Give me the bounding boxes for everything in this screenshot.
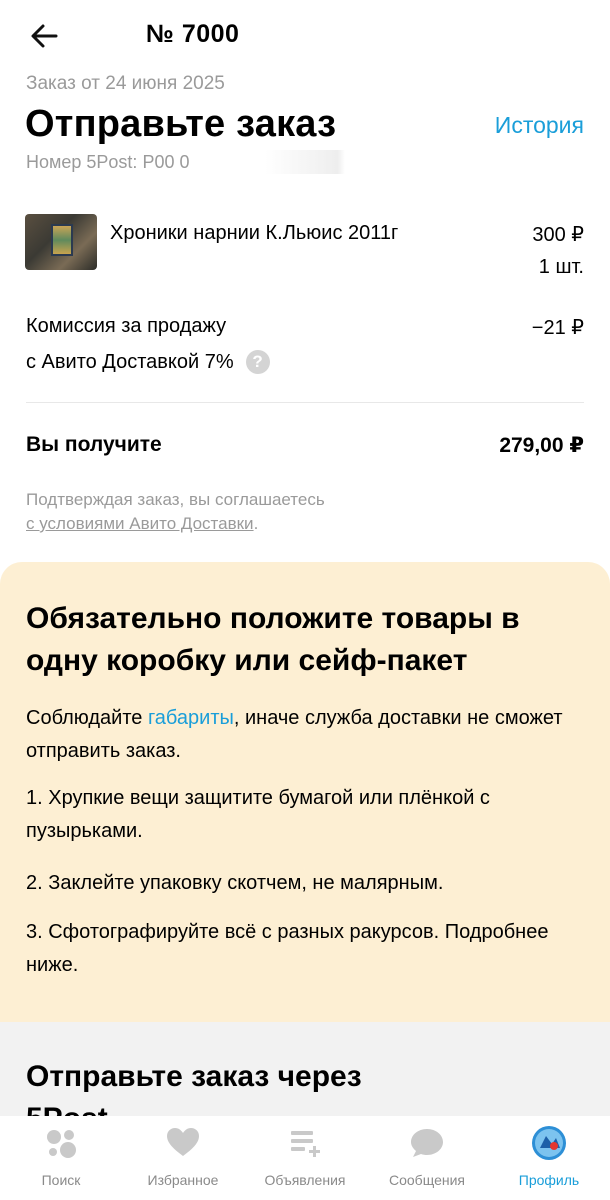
tracking-number: Номер 5Post: P00 0 <box>26 152 190 172</box>
history-link[interactable]: История <box>495 112 584 139</box>
commission-label-2: с Авито Доставкой 7% ? <box>26 350 270 374</box>
arrow-left-icon <box>31 24 58 48</box>
search-icon <box>42 1124 80 1162</box>
commission-label: Комиссия за продажу <box>26 315 227 337</box>
warning-step-2: 2. Заклейте упаковку скотчем, не малярны… <box>26 872 444 894</box>
commission-label-text: с Авито Доставкой 7% <box>26 350 234 373</box>
page-title: Отправьте заказ <box>25 103 337 145</box>
top-bar: № 7000 <box>0 0 610 70</box>
terms-link[interactable]: с условиями Авито Доставки <box>26 514 254 533</box>
warning-intro: Соблюдайте габариты, иначе служба достав… <box>26 702 586 768</box>
warning-intro-pre: Соблюдайте <box>26 707 148 729</box>
shipping-title: Отправьте заказ через <box>26 1060 362 1093</box>
nav-item-profile[interactable]: Профиль <box>488 1116 610 1200</box>
ads-list-icon <box>286 1124 324 1162</box>
commission-value: −21 ₽ <box>531 317 584 339</box>
terms-line-2: с условиями Авито Доставки. <box>26 514 258 534</box>
product-price: 300 ₽ <box>532 224 584 246</box>
warning-step-1: 1. Хрупкие вещи защитите бумагой или плё… <box>26 787 490 842</box>
nav-label-search: Поиск <box>41 1172 81 1188</box>
product-thumbnail <box>25 214 97 270</box>
nav-item-favorites[interactable]: Избранное <box>122 1116 244 1200</box>
chat-icon <box>408 1124 446 1162</box>
redacted-blur <box>200 150 345 174</box>
nav-label-profile: Профиль <box>518 1172 580 1188</box>
redacted-blur <box>258 22 348 48</box>
order-date: Заказ от 24 июня 2025 <box>26 73 225 94</box>
terms-suffix: . <box>253 514 259 533</box>
nav-item-search[interactable]: Поиск <box>0 1116 122 1200</box>
receive-label: Вы получите <box>26 433 162 456</box>
back-button[interactable] <box>26 18 62 54</box>
nav-item-messages[interactable]: Сообщения <box>366 1116 488 1200</box>
dimensions-link[interactable]: габариты <box>148 707 234 729</box>
product-quantity: 1 шт. <box>538 256 584 278</box>
profile-avatar-icon <box>530 1124 568 1162</box>
warning-step-3: 3. Сфотографируйте всё с разных ракурсов… <box>26 921 549 976</box>
terms-text: Подтверждая заказ, вы соглашаетесь <box>26 490 325 509</box>
heart-icon <box>164 1124 202 1162</box>
nav-item-ads[interactable]: Объявления <box>244 1116 366 1200</box>
warning-title: Обязательно положите товары в одну короб… <box>26 602 520 677</box>
divider <box>26 402 584 403</box>
nav-label-favorites: Избранное <box>147 1172 219 1188</box>
receive-value: 279,00 ₽ <box>499 434 584 457</box>
nav-label-ads: Объявления <box>264 1172 346 1188</box>
product-name: Хроники нарнии К.Льюис 2011г <box>110 222 399 244</box>
question-icon[interactable]: ? <box>245 350 270 374</box>
order-number: № 7000 <box>146 20 240 48</box>
nav-label-messages: Сообщения <box>389 1172 465 1188</box>
product-row[interactable]: Хроники нарнии К.Льюис 2011г 300 ₽ 1 шт. <box>0 210 610 280</box>
bottom-navigation: Поиск Избранное Объявления Сообщения Про… <box>0 1116 610 1200</box>
